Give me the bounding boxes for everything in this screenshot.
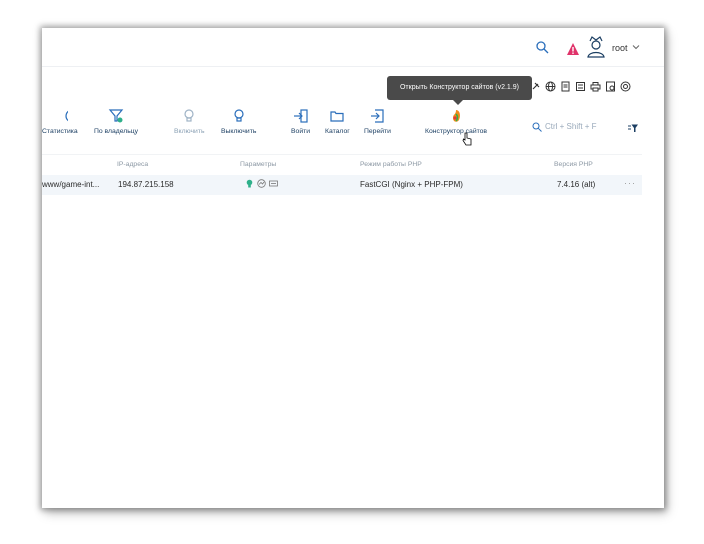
hand-cursor-icon (462, 132, 472, 146)
stats-icon (257, 179, 266, 188)
catalog-button[interactable]: Каталог (325, 108, 350, 135)
table-header: IP-адреса Параметры Режим работы PHP Вер… (42, 154, 642, 176)
login-button[interactable]: Войти (291, 108, 310, 135)
bulb-off-icon (234, 109, 244, 122)
search-input[interactable]: Ctrl + Shift + F (532, 122, 597, 132)
php-mode-cell: FastCGI (Nginx + PHP-FPM) (360, 180, 463, 189)
extra-tools (530, 81, 631, 95)
login-icon (293, 109, 308, 123)
site-builder-button[interactable]: Конструктор сайтов (425, 108, 487, 135)
table-row[interactable]: www/game-int... 194.87.215.158 FastCGI (… (42, 175, 642, 195)
domain-cell[interactable]: www/game-int... (42, 180, 99, 189)
help-icon[interactable] (620, 81, 631, 92)
alert-icon[interactable] (566, 42, 580, 56)
chevron-down-icon[interactable] (632, 43, 640, 51)
goto-icon (371, 109, 385, 123)
filter-icon (108, 109, 124, 123)
folder-icon (330, 111, 344, 122)
column-params[interactable]: Параметры (240, 161, 276, 168)
bulb-on-icon (184, 109, 194, 122)
row-menu-button[interactable]: ··· (624, 178, 636, 188)
ssl-icon (269, 180, 278, 187)
search-icon[interactable] (535, 40, 549, 54)
site-builder-icon (453, 110, 461, 122)
disable-button[interactable]: Выключить (221, 108, 256, 135)
tooltip: Открыть Конструктор сайтов (v2.1.9) (387, 76, 532, 105)
search-placeholder: Ctrl + Shift + F (545, 122, 597, 132)
user-name[interactable]: root (612, 43, 628, 53)
enable-button[interactable]: Включить (174, 108, 205, 135)
column-ip[interactable]: IP-адреса (117, 161, 148, 168)
bulb-icon (246, 179, 253, 188)
pie-chart-icon (65, 110, 68, 122)
php-version-cell: 7.4.16 (alt) (557, 180, 596, 189)
pin-icon[interactable] (530, 81, 541, 92)
goto-button[interactable]: Перейти (364, 108, 391, 135)
user-avatar-icon[interactable] (586, 36, 606, 58)
column-php-mode[interactable]: Режим работы PHP (360, 161, 422, 168)
print-icon[interactable] (590, 81, 601, 92)
ip-cell: 194.87.215.158 (118, 180, 174, 189)
list-icon[interactable] (575, 81, 586, 92)
globe-icon[interactable] (545, 81, 556, 92)
panel-window: root Открыть Конструктор сайтов (v2.1.9)… (42, 28, 664, 508)
document-icon[interactable] (560, 81, 571, 92)
params-cell (245, 179, 278, 188)
filter-settings-icon[interactable] (628, 123, 638, 133)
search-icon (532, 122, 542, 132)
statistics-button[interactable]: Статистика (42, 108, 78, 135)
settings-file-icon[interactable] (605, 81, 616, 92)
column-php-version[interactable]: Версия PHP (554, 161, 593, 168)
top-bar: root (42, 28, 664, 67)
by-owner-button[interactable]: По владельцу (94, 108, 138, 135)
